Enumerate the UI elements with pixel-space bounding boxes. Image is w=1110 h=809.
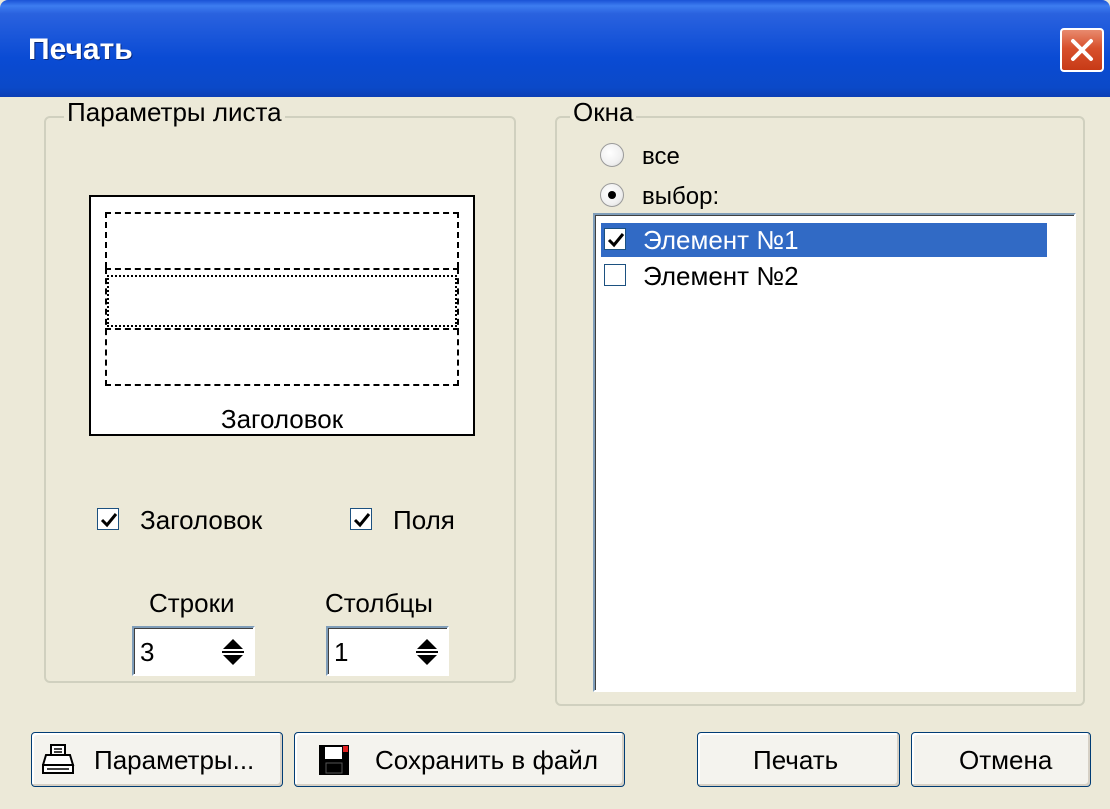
- radio-selection[interactable]: [600, 183, 624, 207]
- header-checkbox-label[interactable]: Заголовок: [140, 505, 262, 536]
- radio-selection-label[interactable]: выбор:: [642, 183, 719, 211]
- list-item-checkbox[interactable]: [604, 264, 626, 286]
- save-to-file-button-label: Сохранить в файл: [375, 745, 599, 775]
- selected-row-outline: [107, 275, 457, 327]
- checkmark-icon: [100, 513, 118, 528]
- list-item-label: Элемент №2: [643, 261, 799, 291]
- preview-caption: Заголовок: [220, 404, 344, 434]
- window-title: Печать: [28, 33, 133, 66]
- cancel-button[interactable]: Отмена: [911, 732, 1091, 787]
- printer-icon: [42, 744, 75, 774]
- cancel-button-label: Отмена: [959, 745, 1053, 775]
- list-item-label: Элемент №1: [643, 225, 799, 255]
- close-icon: [1071, 39, 1093, 61]
- header-checkbox[interactable]: [97, 508, 119, 530]
- print-dialog: Печать Параметры листа Заголовок Заголов…: [0, 0, 1110, 809]
- windows-listbox[interactable]: Элемент №1 Элемент №2: [593, 213, 1076, 692]
- spin-arrows-icon[interactable]: [412, 636, 442, 668]
- params-button-label: Параметры...: [94, 745, 255, 775]
- rows-spinner[interactable]: 3: [132, 626, 255, 676]
- spin-arrows-icon[interactable]: [218, 636, 248, 668]
- radio-all[interactable]: [600, 143, 624, 167]
- sheet-params-label: Параметры листа: [64, 97, 285, 127]
- margins-checkbox-label[interactable]: Поля: [393, 505, 455, 536]
- margins-checkbox[interactable]: [350, 508, 372, 530]
- title-bar[interactable]: Печать: [0, 0, 1110, 97]
- checkmark-icon: [353, 513, 371, 528]
- columns-spinner[interactable]: 1: [326, 626, 449, 676]
- print-button[interactable]: Печать: [697, 732, 900, 787]
- checkmark-icon: [607, 233, 625, 248]
- list-item-checkbox[interactable]: [604, 228, 626, 250]
- list-item[interactable]: Элемент №2: [601, 259, 1047, 293]
- page-preview: Заголовок: [89, 195, 475, 436]
- close-button[interactable]: [1060, 28, 1104, 72]
- floppy-disk-icon: [319, 745, 349, 775]
- columns-value[interactable]: 1: [334, 637, 348, 668]
- save-to-file-button[interactable]: Сохранить в файл: [294, 732, 625, 787]
- rows-label: Строки: [149, 588, 235, 618]
- print-button-label: Печать: [753, 745, 839, 775]
- radio-all-label[interactable]: все: [642, 143, 680, 171]
- radio-selected-dot: [608, 191, 616, 199]
- list-item[interactable]: Элемент №1: [601, 223, 1047, 257]
- windows-label: Окна: [570, 97, 637, 127]
- rows-value[interactable]: 3: [140, 637, 154, 668]
- params-button[interactable]: Параметры...: [31, 732, 283, 787]
- columns-label: Столбцы: [325, 588, 433, 618]
